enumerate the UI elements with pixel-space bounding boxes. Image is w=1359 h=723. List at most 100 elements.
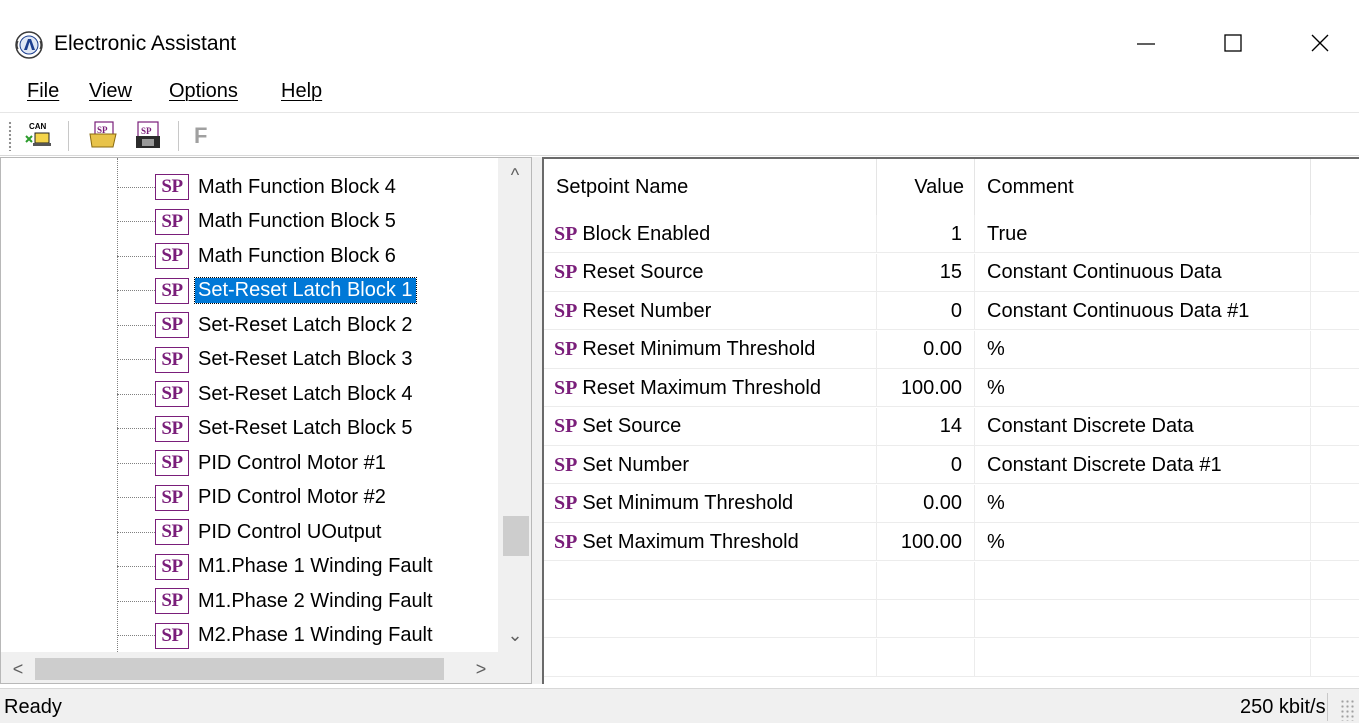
setpoint-comment-cell: Constant Discrete Data #1 [975,446,1311,484]
tree-item-label: PID Control UOutput [198,520,382,543]
setpoint-sp-icon: SP [155,519,189,545]
tree-item[interactable]: SP Set-Reset Latch Block 1 [117,274,417,308]
maximize-icon [1224,34,1242,52]
setpoint-value-cell[interactable]: 0 [877,446,975,484]
toolbar-grip[interactable] [8,121,12,151]
tree-item[interactable]: SP M2.Phase 1 Winding Fault [117,619,436,653]
can-connect-button[interactable]: CAN [22,120,54,150]
setpoint-value-cell[interactable]: 0 [877,292,975,330]
column-header-setpoint-name[interactable]: Setpoint Name [544,159,877,215]
list-header: Setpoint Name Value Comment [544,159,1359,215]
panel-splitter[interactable] [532,157,542,684]
tree-item[interactable]: SP Math Function Block 4 [117,170,399,204]
setpoint-name-cell [544,638,877,677]
setpoint-value-cell[interactable]: 15 [877,253,975,292]
setpoint-list-view[interactable]: Setpoint Name Value Comment SP Block Enab… [542,157,1359,684]
tree-branch-line [117,462,155,464]
tree-item[interactable]: SP M1.Phase 1 Winding Fault [117,550,436,584]
empty-table-row [544,561,1359,600]
setpoint-value-cell[interactable]: 100.00 [877,369,975,407]
setpoint-sp-icon: SP [554,261,578,283]
tree-item-label: M1.Phase 1 Winding Fault [198,555,433,577]
tree-branch-line [117,221,155,222]
tree-item[interactable]: SP Math Function Block 5 [117,205,399,239]
table-row[interactable]: SP Reset Number 0 Constant Continuous Data … [544,292,1359,330]
tree-item[interactable]: SP PID Control Motor #1 [117,446,389,480]
setpoint-name-label: Reset Maximum Threshold [582,376,821,399]
setpoint-name-cell: SP Set Number [544,446,877,484]
setpoint-sp-icon: SP [155,553,189,580]
scroll-up-icon[interactable]: ^ [498,158,531,192]
tree-horizontal-scroll-thumb[interactable] [35,658,444,680]
menu-file[interactable]: File [27,80,59,103]
setpoint-value-cell[interactable]: 100.00 [877,523,975,561]
setpoint-name-label: Set Source [582,415,682,437]
table-row[interactable]: SP Set Minimum Threshold 0.00% [544,484,1359,523]
setpoint-value-cell[interactable]: 0.00 [877,484,975,523]
resize-grip-icon[interactable] [1340,699,1356,721]
tree-item[interactable]: SP Math Function Block 6 [117,239,399,273]
table-row[interactable]: SP Set Number 0 Constant Discrete Data #1 [544,446,1359,484]
flash-button[interactable]: F [194,123,207,149]
setpoint-value-cell[interactable]: 1 [877,215,975,253]
tree-branch-line [117,393,155,395]
tree-horizontal-scrollbar[interactable]: < > [1,652,498,683]
save-setpoint-file-button[interactable]: SP [132,120,164,150]
tree-item[interactable]: SP Set-Reset Latch Block 5 [117,412,416,446]
table-row[interactable]: SP Set Maximum Threshold 100.00% [544,523,1359,561]
tree-vertical-scrollbar[interactable]: ^ ⌄ [498,158,531,652]
table-row[interactable]: SP Block Enabled 1 True [544,215,1359,253]
tree-branch-line [117,428,155,429]
setpoint-comment: % [987,338,1005,360]
table-row[interactable]: SP Set Source 14 Constant Discrete Data [544,407,1359,446]
setpoint-name-cell: SP Set Minimum Threshold [544,484,877,523]
tree-branch-line [117,290,155,291]
setpoint-sp-icon: SP [155,415,189,442]
setpoint-comment: % [987,492,1005,514]
table-row[interactable]: SP Reset Minimum Threshold 0.00% [544,330,1359,369]
tree-item-label: PID Control Motor #1 [198,451,386,474]
column-header-comment[interactable]: Comment [975,159,1311,215]
setpoint-value-cell[interactable]: 0.00 [877,330,975,369]
toolbar-separator [68,121,69,151]
setpoint-comment-cell: % [975,484,1311,523]
scroll-left-icon[interactable]: < [1,652,35,683]
menu-options[interactable]: Options [169,80,238,103]
setpoint-name-label: Set Number [582,453,690,476]
close-button[interactable] [1290,18,1350,68]
setpoint-value: 100.00 [900,530,962,553]
tree-item[interactable]: SP PID Control Motor #2 [117,481,389,515]
tree-item[interactable]: SP Set-Reset Latch Block 3 [117,343,416,377]
menu-view[interactable]: View [89,80,132,103]
tree-branch-line [117,497,155,498]
tree-view[interactable]: SP Math Function Block 4 SP Math Function B… [1,158,498,652]
menu-help[interactable]: Help [281,80,322,103]
setpoint-value: 100.00 [900,376,962,399]
scroll-down-icon[interactable]: ⌄ [498,618,531,652]
setpoint-sp-icon: SP [554,338,578,360]
open-setpoint-file-button[interactable]: SP [88,120,120,150]
tree-item[interactable]: SP M1.Phase 2 Winding Fault [117,584,436,618]
tree-branch-line [117,324,155,326]
minimize-button[interactable] [1116,18,1176,68]
title-bar[interactable]: Electronic Assistant [0,0,1359,80]
tree-item[interactable]: SP Set-Reset Latch Block 2 [117,308,416,342]
maximize-button[interactable] [1203,18,1263,68]
tree-item[interactable]: SP PID Control UOutput [117,515,384,549]
tree-item-label: Set-Reset Latch Block 1 [194,277,417,304]
setpoint-sp-icon: SP [155,174,189,200]
toolbar-separator [178,121,179,151]
tree-branch-line [117,600,155,602]
setpoint-value-cell[interactable]: 14 [877,407,975,446]
close-icon [1311,34,1329,52]
tree-item[interactable]: SP Set-Reset Latch Block 4 [117,377,416,411]
setpoint-name-cell: SP Reset Number [544,292,877,330]
table-row[interactable]: SP Reset Source 15 Constant Continuous Data [544,253,1359,292]
setpoint-tree-panel[interactable]: SP Math Function Block 4 SP Math Function B… [0,157,532,684]
table-row[interactable]: SP Reset Maximum Threshold 100.00% [544,369,1359,407]
setpoint-sp-icon: SP [155,588,189,614]
scroll-right-icon[interactable]: > [464,652,498,683]
tree-vertical-scroll-thumb[interactable] [503,516,529,556]
column-header-value[interactable]: Value [877,159,975,215]
empty-table-row [544,600,1359,638]
